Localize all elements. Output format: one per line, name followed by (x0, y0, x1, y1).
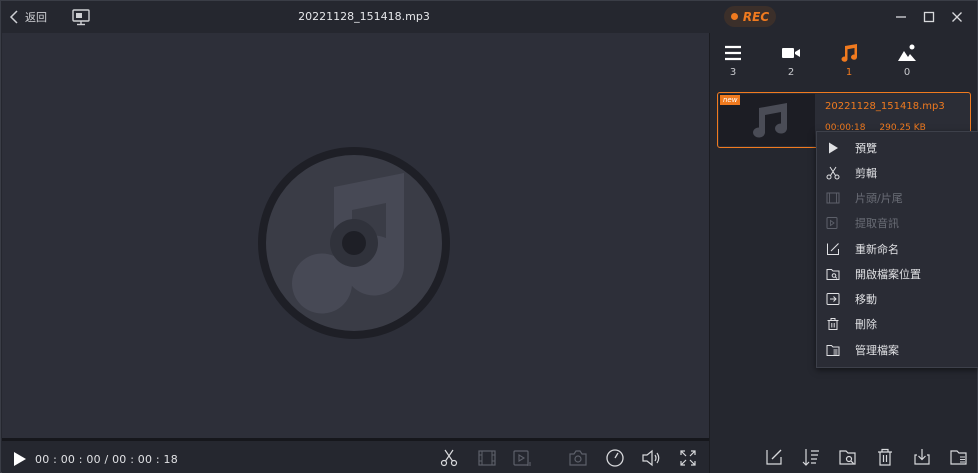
close-icon[interactable] (949, 9, 965, 25)
time-separator: / (104, 453, 109, 466)
back-label: 返回 (25, 11, 47, 24)
tab-image[interactable]: 0 (887, 43, 927, 83)
film-frame-icon (478, 450, 496, 466)
tab-audio[interactable]: 1 (829, 43, 869, 83)
file-thumbnail: new (719, 94, 815, 146)
menu-item-open-location[interactable]: 開啟檔案位置 (817, 263, 978, 285)
manage-files-icon[interactable] (949, 447, 969, 467)
new-badge: new (720, 95, 741, 105)
import-icon[interactable] (912, 447, 932, 467)
rec-button[interactable]: REC (724, 6, 776, 27)
menu-item-delete[interactable]: 刪除 (817, 313, 978, 335)
maximize-icon[interactable] (921, 9, 937, 25)
extract-audio-icon (826, 217, 838, 229)
music-disc-icon (258, 147, 450, 339)
monitor-icon[interactable] (71, 8, 91, 26)
menu-item-preview[interactable]: 預覽 (817, 137, 978, 159)
file-toolbar (710, 441, 977, 473)
tab-all[interactable]: 3 (713, 43, 753, 83)
open-folder-icon (826, 269, 840, 280)
menu-item-manage-files[interactable]: 管理檔案 (817, 339, 978, 361)
back-button[interactable]: 返回 (9, 8, 47, 26)
menu-item-intro-outro: 片頭/片尾 (817, 187, 978, 209)
sort-icon[interactable] (801, 447, 821, 467)
open-folder-icon[interactable] (838, 447, 858, 467)
scissors-icon[interactable] (439, 448, 459, 468)
music-note-icon (841, 44, 858, 62)
rec-label: REC (742, 9, 770, 24)
playback-controls: 00 : 00 : 00 / 00 : 00 : 18 (2, 441, 709, 473)
video-icon (782, 48, 800, 58)
speed-gauge-icon[interactable] (605, 448, 625, 468)
menu-item-edit[interactable]: 剪輯 (817, 162, 978, 184)
move-icon (826, 293, 840, 305)
record-dot-icon (730, 13, 738, 20)
chevron-left-icon (9, 10, 18, 24)
scissors-icon (826, 166, 840, 180)
list-icon (725, 45, 741, 61)
extract-audio-icon (513, 450, 531, 466)
rename-icon (827, 243, 839, 255)
menu-item-move[interactable]: 移動 (817, 288, 978, 310)
tab-count: 3 (729, 67, 737, 78)
time-total: 00 : 00 : 18 (112, 453, 178, 466)
tab-count: 2 (787, 67, 795, 78)
file-name: 20221128_151418.mp3 (825, 101, 945, 112)
music-note-icon (753, 103, 788, 138)
menu-item-rename[interactable]: 重新命名 (817, 238, 978, 260)
trash-icon[interactable] (875, 447, 895, 467)
play-icon[interactable] (12, 451, 28, 467)
context-menu: 預覽 剪輯 片頭/片尾 提取音訊 重新命名 開啟檔案位置 移動 刪除 管理檔案 (816, 131, 978, 368)
film-frame-icon (826, 192, 840, 204)
menu-item-extract-audio: 提取音訊 (817, 212, 978, 234)
rename-icon[interactable] (764, 447, 784, 467)
title-bar: 返回 20221128_151418.mp3 REC (1, 1, 977, 33)
trash-icon (827, 318, 839, 330)
minimize-icon[interactable] (893, 9, 909, 25)
tab-video[interactable]: 2 (771, 43, 811, 83)
volume-icon[interactable] (641, 448, 661, 468)
fullscreen-icon[interactable] (678, 448, 698, 468)
manage-files-icon (826, 345, 840, 356)
window-title: 20221128_151418.mp3 (298, 10, 430, 23)
recorder-window: 返回 20221128_151418.mp3 REC 00: 00: 00 … (0, 0, 978, 473)
player-area[interactable] (2, 33, 709, 439)
time-current: 00 : 00 : 00 (35, 453, 101, 466)
tab-count: 1 (845, 67, 853, 78)
image-icon (898, 44, 916, 61)
camera-icon (569, 450, 587, 466)
tab-count: 0 (903, 67, 911, 78)
time-display: 00 : 00 : 00 / 00 : 00 : 18 (35, 453, 178, 466)
play-icon (829, 142, 838, 154)
